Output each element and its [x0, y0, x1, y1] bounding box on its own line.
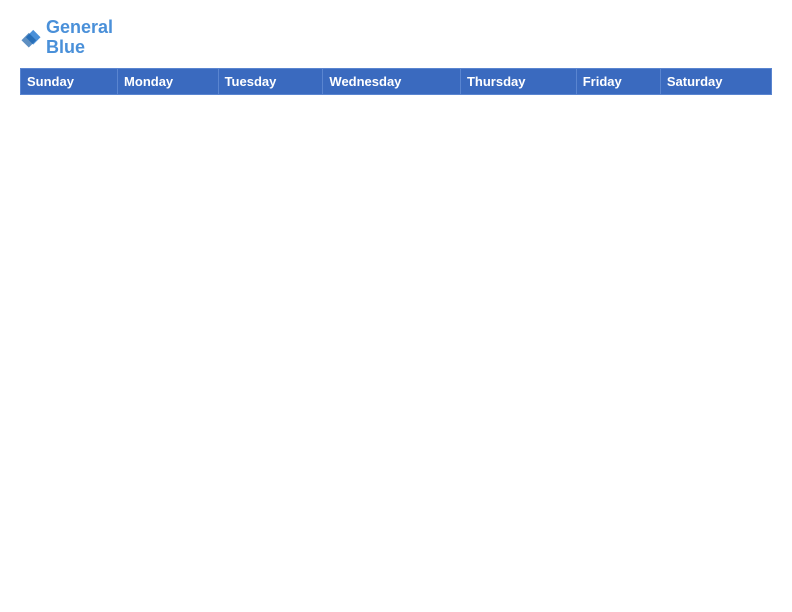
header-saturday: Saturday [660, 68, 771, 94]
logo-icon [20, 27, 42, 49]
header-sunday: Sunday [21, 68, 118, 94]
calendar-table: Sunday Monday Tuesday Wednesday Thursday… [20, 68, 772, 598]
header-friday: Friday [576, 68, 660, 94]
header-thursday: Thursday [460, 68, 576, 94]
logo-text-general: General [46, 18, 113, 38]
header-monday: Monday [118, 68, 219, 94]
logo-text-blue: Blue [46, 38, 113, 58]
calendar-header-row: Sunday Monday Tuesday Wednesday Thursday… [21, 68, 772, 94]
header: General Blue [20, 18, 772, 58]
page: General Blue Sunday Monday Tuesday Wedne… [0, 0, 792, 612]
header-tuesday: Tuesday [218, 68, 323, 94]
header-wednesday: Wednesday [323, 68, 461, 94]
logo: General Blue [20, 18, 113, 58]
